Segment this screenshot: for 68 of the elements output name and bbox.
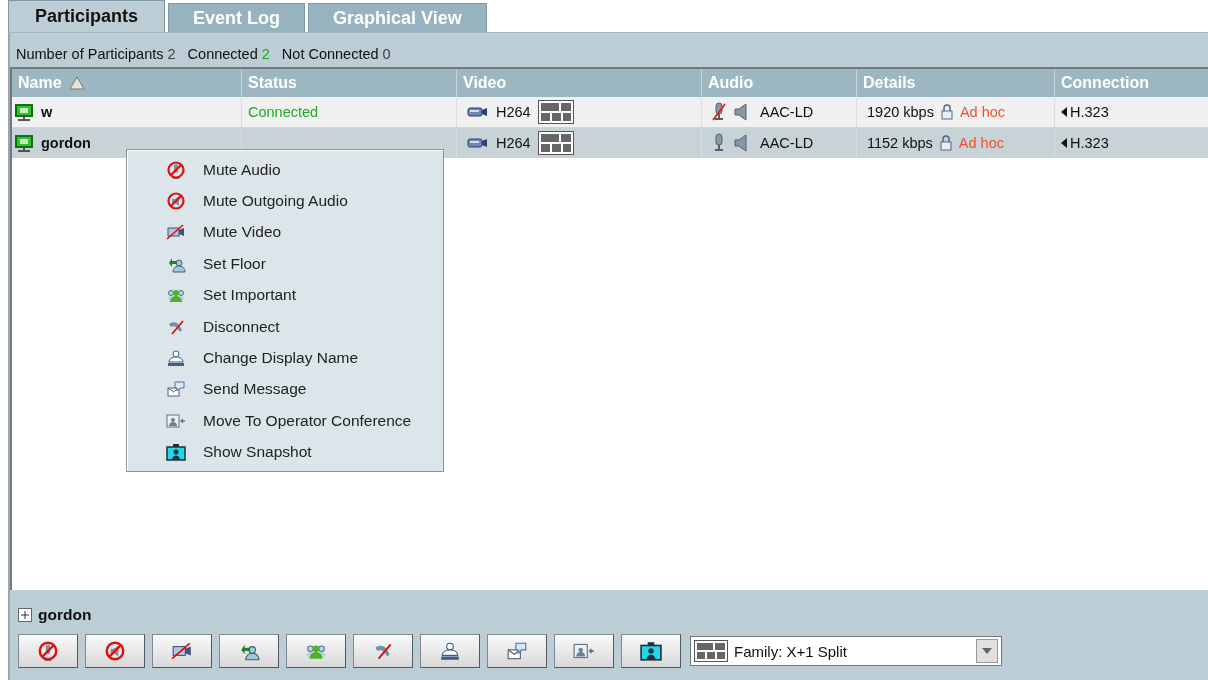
lock-icon xyxy=(939,135,952,151)
muted-microphone-icon xyxy=(166,159,186,180)
layout-icon xyxy=(537,100,574,124)
connection-protocol: H.323 xyxy=(1070,135,1109,151)
action-button[interactable] xyxy=(286,634,346,668)
snapshot-icon xyxy=(166,442,186,463)
layout-icon xyxy=(537,131,574,155)
envelope-icon xyxy=(166,379,186,400)
expand-icon[interactable] xyxy=(18,608,32,622)
lock-icon xyxy=(940,104,953,120)
person-icon xyxy=(439,640,461,662)
layout-dropdown[interactable]: Family: X+1 Split xyxy=(690,636,1002,666)
snapshot-icon xyxy=(640,640,662,662)
tab[interactable]: Participants xyxy=(8,0,166,32)
status-text: Connected xyxy=(248,104,319,120)
action-button[interactable] xyxy=(621,634,681,668)
video-codec: H264 xyxy=(496,104,531,120)
monitor-icon xyxy=(14,133,34,153)
menu-item[interactable]: Move To Operator Conference xyxy=(127,405,443,437)
conference-type: Ad hoc xyxy=(958,135,1004,151)
action-button[interactable] xyxy=(554,634,614,668)
crossed-camera-icon xyxy=(166,222,186,243)
camera-icon xyxy=(467,137,489,149)
action-button[interactable] xyxy=(487,634,547,668)
menu-item[interactable]: Set Floor xyxy=(127,248,443,280)
monitor-icon xyxy=(14,102,34,122)
action-button[interactable] xyxy=(353,634,413,668)
participant-name: w xyxy=(41,104,53,120)
action-button[interactable] xyxy=(85,634,145,668)
menu-item[interactable]: Mute Outgoing Audio xyxy=(127,185,443,217)
muted-speaker-icon xyxy=(104,640,126,662)
audio-codec: AAC-LD xyxy=(760,104,814,120)
participant-name: gordon xyxy=(38,606,92,624)
bitrate-text: 1920 kbps xyxy=(867,104,934,120)
action-button[interactable] xyxy=(152,634,212,668)
triangle-icon xyxy=(1061,138,1067,148)
summary-text: Connected 2 xyxy=(187,46,270,64)
participant-row[interactable]: gordon H264 AAC-LD 1152 kbps Ad hoc H.323 xyxy=(12,128,1208,158)
action-button[interactable] xyxy=(420,634,480,668)
bitrate-text: 1152 kbps xyxy=(867,135,933,151)
audio-codec: AAC-LD xyxy=(760,135,814,151)
summary-text: Number of Participants 2 xyxy=(16,46,176,64)
participant-name: gordon xyxy=(41,135,91,151)
menu-item[interactable]: Mute Video xyxy=(127,216,443,249)
person-icon xyxy=(166,348,186,369)
sort-icon xyxy=(68,76,85,90)
video-codec: H264 xyxy=(496,135,531,151)
speaker-icon xyxy=(733,103,749,121)
menu-item[interactable]: Change Display Name xyxy=(127,342,443,374)
crossed-camera-icon xyxy=(171,640,193,662)
triangle-icon xyxy=(1061,107,1067,117)
camera-icon xyxy=(467,106,489,118)
muted-speaker-icon xyxy=(166,191,186,212)
participant-row[interactable]: w Connected H264 AAC-LD 1920 kbps Ad hoc H.323 xyxy=(12,97,1208,128)
menu-item[interactable]: Set Important xyxy=(127,279,443,311)
conference-type: Ad hoc xyxy=(959,104,1006,120)
layout-icon xyxy=(694,640,728,662)
menu-item[interactable]: Disconnect xyxy=(127,310,443,343)
menu-item[interactable]: Send Message xyxy=(127,373,443,406)
action-button[interactable] xyxy=(18,634,78,668)
envelope-icon xyxy=(506,640,528,662)
muted-microphone-icon xyxy=(37,640,59,662)
action-button[interactable] xyxy=(219,634,279,668)
speaker-icon xyxy=(733,134,749,152)
menu-item[interactable]: Show Snapshot xyxy=(127,436,443,468)
connection-protocol: H.323 xyxy=(1070,104,1109,120)
summary-text: Not Connected 0 xyxy=(281,46,391,64)
dropdown-arrow-icon xyxy=(982,648,992,654)
